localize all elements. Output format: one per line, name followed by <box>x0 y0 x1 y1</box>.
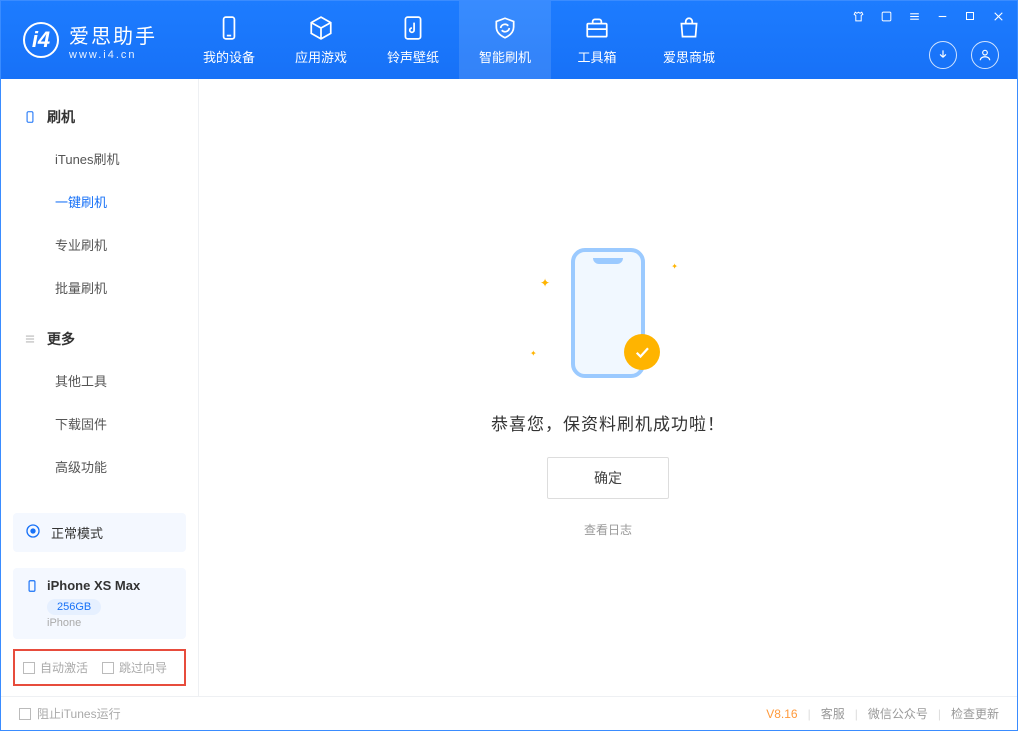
tab-label: 工具箱 <box>577 47 616 66</box>
maximize-button[interactable] <box>961 7 979 25</box>
menu-icon[interactable] <box>905 7 923 25</box>
footer-right: V8.16 | 客服 | 微信公众号 | 检查更新 <box>766 705 999 722</box>
tab-smart-flash[interactable]: 智能刷机 <box>459 1 551 79</box>
close-button[interactable] <box>989 7 1007 25</box>
sidebar-group-more: 更多 其他工具 下载固件 高级功能 <box>1 319 198 488</box>
sidebar-head-label: 更多 <box>47 329 75 349</box>
tab-label: 应用游戏 <box>295 47 347 66</box>
mode-label: 正常模式 <box>51 523 103 542</box>
separator: | <box>808 707 811 721</box>
logo-letter: i4 <box>32 27 50 53</box>
link-wechat[interactable]: 微信公众号 <box>868 705 928 722</box>
sidebar-head-more[interactable]: 更多 <box>1 319 198 359</box>
checkbox-label: 阻止iTunes运行 <box>37 705 121 722</box>
checkbox-auto-activate[interactable]: 自动激活 <box>23 659 88 676</box>
tab-ringtones-wallpapers[interactable]: 铃声壁纸 <box>367 1 459 79</box>
device-card[interactable]: iPhone XS Max 256GB iPhone <box>13 568 186 639</box>
brand-url: www.i4.cn <box>69 49 157 61</box>
user-button[interactable] <box>971 41 999 69</box>
sidebar-item-other-tools[interactable]: 其他工具 <box>1 359 198 402</box>
user-icon <box>978 48 992 62</box>
checkbox-skip-guide[interactable]: 跳过向导 <box>102 659 167 676</box>
checkbox-label: 自动激活 <box>40 659 88 676</box>
nav-tabs: 我的设备 应用游戏 铃声壁纸 智能刷机 工具箱 爱思商城 <box>183 1 735 79</box>
feedback-icon[interactable] <box>877 7 895 25</box>
tab-apps-games[interactable]: 应用游戏 <box>275 1 367 79</box>
check-badge-icon <box>624 334 660 370</box>
window-controls <box>849 7 1007 25</box>
mode-icon <box>25 523 41 542</box>
brand-name: 爱思助手 <box>69 20 157 49</box>
sidebar-item-batch-flash[interactable]: 批量刷机 <box>1 266 198 309</box>
sidebar: 刷机 iTunes刷机 一键刷机 专业刷机 批量刷机 更多 其他工具 下载固件 … <box>1 79 199 696</box>
checkbox-label: 跳过向导 <box>119 659 167 676</box>
tab-store[interactable]: 爱思商城 <box>643 1 735 79</box>
sidebar-item-itunes-flash[interactable]: iTunes刷机 <box>1 137 198 180</box>
ok-button[interactable]: 确定 <box>547 457 669 499</box>
sidebar-head-label: 刷机 <box>47 107 75 127</box>
cube-icon <box>308 15 334 41</box>
tab-label: 智能刷机 <box>479 47 531 66</box>
header-right-buttons <box>929 41 999 69</box>
main-panel: ✦ ✦ ✦ 恭喜您，保资料刷机成功啦！ 确定 查看日志 <box>199 79 1017 696</box>
status-bar: 阻止iTunes运行 V8.16 | 客服 | 微信公众号 | 检查更新 <box>1 696 1017 730</box>
app-logo: i4 爱思助手 www.i4.cn <box>1 20 175 61</box>
checkbox-box-icon <box>19 708 31 720</box>
checkbox-box-icon <box>102 662 114 674</box>
logo-text: 爱思助手 www.i4.cn <box>69 20 157 61</box>
check-icon <box>633 343 651 361</box>
sparkle-icon: ✦ <box>540 276 550 290</box>
link-update[interactable]: 检查更新 <box>951 705 999 722</box>
app-window: i4 爱思助手 www.i4.cn 我的设备 应用游戏 铃声壁纸 智能刷机 <box>0 0 1018 731</box>
logo-icon: i4 <box>23 22 59 58</box>
tab-my-device[interactable]: 我的设备 <box>183 1 275 79</box>
list-icon <box>23 332 37 346</box>
sidebar-item-download-firmware[interactable]: 下载固件 <box>1 402 198 445</box>
title-bar: i4 爱思助手 www.i4.cn 我的设备 应用游戏 铃声壁纸 智能刷机 <box>1 1 1017 79</box>
separator: | <box>938 707 941 721</box>
sparkle-icon: ✦ <box>671 262 678 271</box>
sparkle-icon: ✦ <box>530 349 537 358</box>
checkbox-block-itunes[interactable]: 阻止iTunes运行 <box>19 705 121 722</box>
tab-toolbox[interactable]: 工具箱 <box>551 1 643 79</box>
tab-label: 爱思商城 <box>663 47 715 66</box>
app-body: 刷机 iTunes刷机 一键刷机 专业刷机 批量刷机 更多 其他工具 下载固件 … <box>1 79 1017 696</box>
music-file-icon <box>400 15 426 41</box>
checkbox-box-icon <box>23 662 35 674</box>
version-label: V8.16 <box>766 707 797 721</box>
success-message: 恭喜您，保资料刷机成功啦！ <box>491 410 725 435</box>
sidebar-head-flash[interactable]: 刷机 <box>1 97 198 137</box>
phone-icon <box>216 15 242 41</box>
link-service[interactable]: 客服 <box>821 705 845 722</box>
device-capacity: 256GB <box>47 599 101 615</box>
mode-card[interactable]: 正常模式 <box>13 513 186 552</box>
success-illustration: ✦ ✦ ✦ <box>518 238 698 388</box>
device-name: iPhone XS Max <box>47 578 140 593</box>
separator: | <box>855 707 858 721</box>
toolbox-icon <box>584 15 610 41</box>
tab-label: 我的设备 <box>203 47 255 66</box>
download-icon <box>936 48 950 62</box>
minimize-button[interactable] <box>933 7 951 25</box>
download-button[interactable] <box>929 41 957 69</box>
view-log-link[interactable]: 查看日志 <box>584 521 632 538</box>
bag-icon <box>676 15 702 41</box>
device-name-row: iPhone XS Max <box>25 578 174 593</box>
sidebar-group-flash: 刷机 iTunes刷机 一键刷机 专业刷机 批量刷机 <box>1 97 198 309</box>
refresh-shield-icon <box>492 15 518 41</box>
sidebar-item-oneclick-flash[interactable]: 一键刷机 <box>1 180 198 223</box>
device-type: iPhone <box>47 617 174 629</box>
sidebar-item-advanced[interactable]: 高级功能 <box>1 445 198 488</box>
tab-label: 铃声壁纸 <box>387 47 439 66</box>
phone-small-icon <box>25 579 39 593</box>
sidebar-item-pro-flash[interactable]: 专业刷机 <box>1 223 198 266</box>
bottom-checkbox-row: 自动激活 跳过向导 <box>13 649 186 686</box>
device-icon <box>23 110 37 124</box>
shirt-icon[interactable] <box>849 7 867 25</box>
sidebar-scroll: 刷机 iTunes刷机 一键刷机 专业刷机 批量刷机 更多 其他工具 下载固件 … <box>1 79 198 505</box>
